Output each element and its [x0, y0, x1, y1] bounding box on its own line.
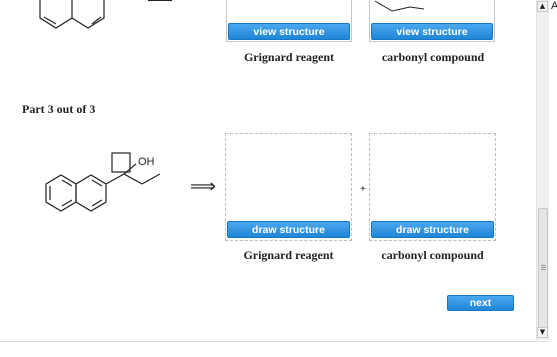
draw-structure-button-2[interactable]: draw structure: [371, 221, 494, 238]
caption-grignard-reagent-2: Grignard reagent: [243, 248, 334, 262]
part2-slot-grignard: view structure: [226, 0, 352, 42]
part3-slot-grignard[interactable]: draw structure: [225, 133, 352, 241]
caption-carbonyl-compound: carbonyl compound: [381, 50, 485, 64]
hydroxyl-label: OH: [138, 156, 155, 168]
view-structure-button[interactable]: view structure: [228, 23, 350, 40]
target-molecule-structure: OH: [45, 152, 161, 212]
view-structure-button-2[interactable]: view structure: [371, 23, 493, 40]
part3-slot-carbonyl[interactable]: draw structure: [369, 133, 496, 241]
edge-text-fragment: A: [551, 0, 557, 12]
caption-carbonyl-compound-2: carbonyl compound: [381, 248, 484, 262]
part2-slot-carbonyl: view structure: [369, 0, 495, 42]
carbonyl-structure-preview: [374, 0, 425, 12]
naphthalene-structure-top: [39, 0, 105, 29]
part-heading: Part 3 out of 3: [22, 102, 96, 116]
scroll-thumb[interactable]: [538, 208, 548, 328]
caption-grignard-reagent: Grignard reagent: [243, 50, 335, 64]
vertical-scrollbar[interactable]: ▲ ▼: [536, 0, 549, 340]
draw-structure-button[interactable]: draw structure: [227, 221, 350, 238]
structure-fragment-line: [148, 0, 172, 1]
bottom-divider: [0, 341, 548, 342]
retrosynthesis-arrow: ⟹: [190, 176, 216, 197]
scroll-up-icon[interactable]: ▲: [537, 1, 548, 12]
next-button[interactable]: next: [447, 295, 514, 311]
plus-sign: +: [360, 184, 366, 195]
scroll-down-icon[interactable]: ▼: [537, 327, 548, 338]
